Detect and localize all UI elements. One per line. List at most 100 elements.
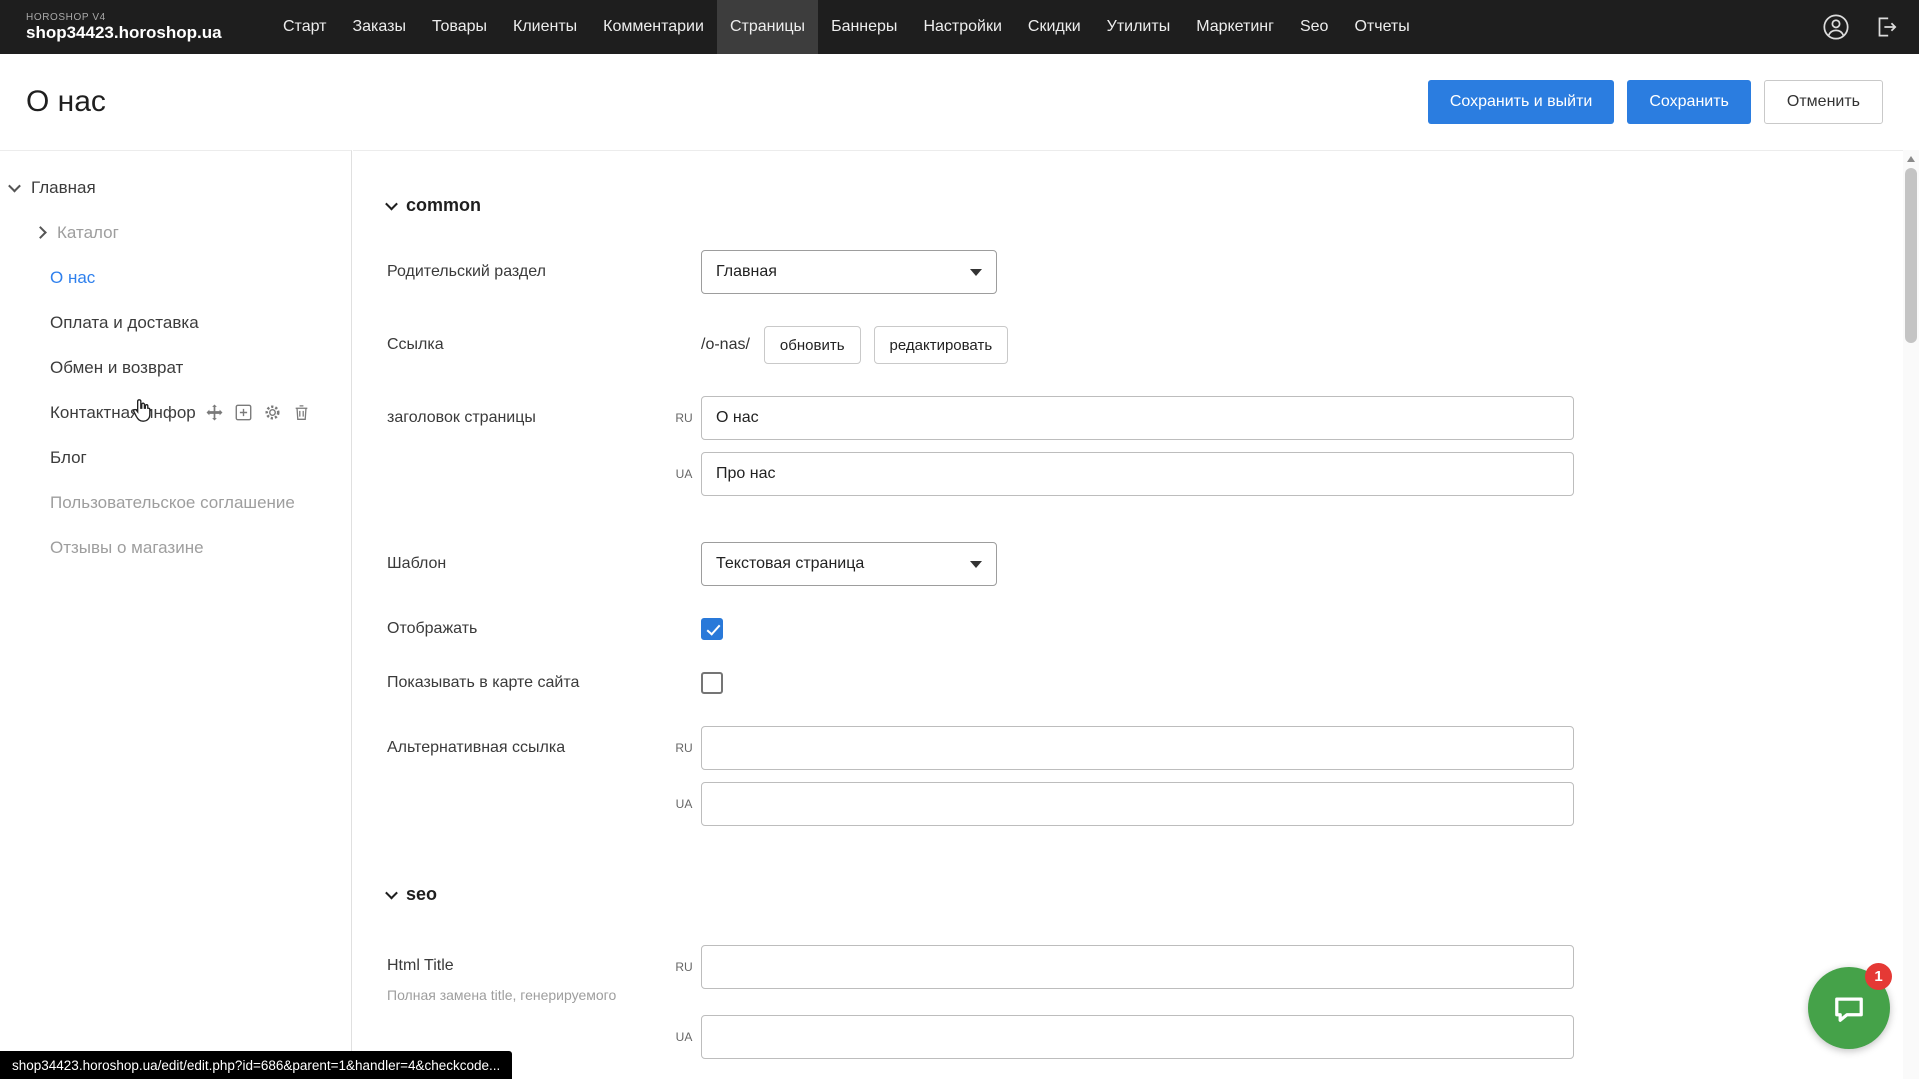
trash-icon[interactable] xyxy=(293,404,310,421)
alt-link-ru-input[interactable] xyxy=(701,726,1574,770)
lang-badge-ua: UA xyxy=(667,1030,701,1044)
html-title-ru-input[interactable] xyxy=(701,945,1574,989)
field-label: Показывать в карте сайта xyxy=(387,674,701,692)
field-label: Родительский раздел xyxy=(387,263,701,281)
nav-item-comments[interactable]: Комментарии xyxy=(590,0,717,54)
section-title: common xyxy=(406,195,481,216)
chevron-down-icon xyxy=(385,887,398,900)
field-label: Html Title xyxy=(387,945,667,975)
tree-label: Пользовательское соглашение xyxy=(50,493,295,513)
nav-item-utilities[interactable]: Утилиты xyxy=(1094,0,1184,54)
top-nav: Старт Заказы Товары Клиенты Комментарии … xyxy=(270,0,1423,54)
select-value: Текстовая страница xyxy=(716,555,864,573)
link-path: /o-nas/ xyxy=(701,336,750,354)
field-label: Отображать xyxy=(387,620,701,638)
display-checkbox[interactable] xyxy=(701,618,723,640)
parent-section-select[interactable]: Главная xyxy=(701,250,997,294)
sidebar-item-polzovatelskoe[interactable]: Пользовательское соглашение xyxy=(0,480,351,525)
form-row-page-title-ua: UA xyxy=(387,452,1903,496)
sidebar-item-otzyvy[interactable]: Отзывы о магазине xyxy=(0,525,351,570)
sidebar-item-kontaktnaya[interactable]: Контактная инфор xyxy=(0,390,351,435)
field-label: Шаблон xyxy=(387,555,701,573)
alt-link-ua-input[interactable] xyxy=(701,782,1574,826)
edit-link-button[interactable]: редактировать xyxy=(874,326,1009,364)
nav-item-products[interactable]: Товары xyxy=(419,0,500,54)
user-icon[interactable] xyxy=(1821,12,1851,42)
lang-badge-ua: UA xyxy=(667,467,701,481)
topbar: HOROSHOP V4 shop34423.horoshop.ua Старт … xyxy=(0,0,1919,54)
chevron-down-icon xyxy=(385,198,398,211)
tree-label: Каталог xyxy=(57,223,119,243)
html-title-ua-input[interactable] xyxy=(701,1015,1574,1059)
scrollbar-thumb[interactable] xyxy=(1905,168,1917,343)
sidebar-item-blog[interactable]: Блог xyxy=(0,435,351,480)
main-content: common Родительский раздел Главная Ссылк… xyxy=(353,150,1903,1079)
nav-item-clients[interactable]: Клиенты xyxy=(500,0,590,54)
chat-bubble-icon xyxy=(1830,989,1868,1027)
add-icon[interactable] xyxy=(235,404,252,421)
nav-item-start[interactable]: Старт xyxy=(270,0,339,54)
nav-item-pages[interactable]: Страницы xyxy=(717,0,818,54)
page-title-ru-input[interactable] xyxy=(701,396,1574,440)
vertical-scrollbar[interactable] xyxy=(1903,150,1919,1079)
sidebar-item-o-nas[interactable]: О нас xyxy=(0,255,351,300)
scroll-up-arrow-icon[interactable] xyxy=(1907,156,1915,162)
nav-item-marketing[interactable]: Маркетинг xyxy=(1183,0,1287,54)
section-common[interactable]: common xyxy=(387,195,1903,216)
sidebar-item-katalog[interactable]: Каталог xyxy=(0,210,351,255)
tree-item-actions xyxy=(206,404,310,421)
form-row-html-title-ua: UA xyxy=(387,1015,1903,1059)
form-row-template: Шаблон Текстовая страница xyxy=(387,542,1903,586)
nav-item-discounts[interactable]: Скидки xyxy=(1015,0,1094,54)
section-seo[interactable]: seo xyxy=(387,884,1903,905)
logout-icon[interactable] xyxy=(1871,12,1901,42)
tree-label: Отзывы о магазине xyxy=(50,538,204,558)
header-buttons: Сохранить и выйти Сохранить Отменить xyxy=(1428,80,1883,124)
tree-label: Оплата и доставка xyxy=(50,313,199,333)
cancel-button[interactable]: Отменить xyxy=(1764,80,1883,124)
field-label-block: Html Title Полная замена title, генериру… xyxy=(387,945,667,1003)
lang-badge-ru: RU xyxy=(667,741,701,755)
lang-badge-ru: RU xyxy=(667,945,701,974)
chevron-down-icon xyxy=(8,180,21,193)
lang-badge-ua: UA xyxy=(667,797,701,811)
chat-widget-button[interactable]: 1 xyxy=(1808,967,1890,1049)
form-row-sitemap: Показывать в карте сайта xyxy=(387,672,1903,694)
field-hint: Полная замена title, генерируемого xyxy=(387,987,667,1003)
nav-item-banners[interactable]: Баннеры xyxy=(818,0,910,54)
refresh-link-button[interactable]: обновить xyxy=(764,326,861,364)
section-title: seo xyxy=(406,884,437,905)
select-value: Главная xyxy=(716,263,777,281)
drag-icon[interactable] xyxy=(206,404,223,421)
sidebar-item-oplata[interactable]: Оплата и доставка xyxy=(0,300,351,345)
chevron-down-icon xyxy=(970,269,982,276)
tree-label: О нас xyxy=(50,268,95,288)
save-exit-button[interactable]: Сохранить и выйти xyxy=(1428,80,1615,124)
form-row-page-title-ru: заголовок страницы RU xyxy=(387,396,1903,440)
chevron-right-icon xyxy=(34,226,47,239)
nav-item-seo[interactable]: Seo xyxy=(1287,0,1341,54)
form-row-html-title-ru: Html Title Полная замена title, генериру… xyxy=(387,945,1903,1003)
sidebar-item-glavnaya[interactable]: Главная xyxy=(0,165,351,210)
chevron-down-icon xyxy=(970,561,982,568)
form-row-alt-link-ua: UA xyxy=(387,782,1903,826)
form-row-parent-section: Родительский раздел Главная xyxy=(387,250,1903,294)
save-button[interactable]: Сохранить xyxy=(1627,80,1751,124)
page-title: О нас xyxy=(26,85,106,119)
nav-item-settings[interactable]: Настройки xyxy=(910,0,1014,54)
gear-icon[interactable] xyxy=(264,404,281,421)
chat-unread-badge: 1 xyxy=(1865,963,1892,990)
page-title-ua-input[interactable] xyxy=(701,452,1574,496)
lang-badge-ru: RU xyxy=(667,411,701,425)
form-row-display: Отображать xyxy=(387,618,1903,640)
tree-label: Контактная инфор xyxy=(50,403,196,423)
sidebar-item-obmen[interactable]: Обмен и возврат xyxy=(0,345,351,390)
sidebar-tree: Главная Каталог О нас Оплата и доставка … xyxy=(0,150,352,1079)
sitemap-checkbox[interactable] xyxy=(701,672,723,694)
nav-item-orders[interactable]: Заказы xyxy=(339,0,418,54)
brand[interactable]: HOROSHOP V4 shop34423.horoshop.ua xyxy=(0,0,270,54)
field-label: Альтернативная ссылка xyxy=(387,739,667,757)
template-select[interactable]: Текстовая страница xyxy=(701,542,997,586)
field-label: Ссылка xyxy=(387,336,701,354)
nav-item-reports[interactable]: Отчеты xyxy=(1341,0,1422,54)
